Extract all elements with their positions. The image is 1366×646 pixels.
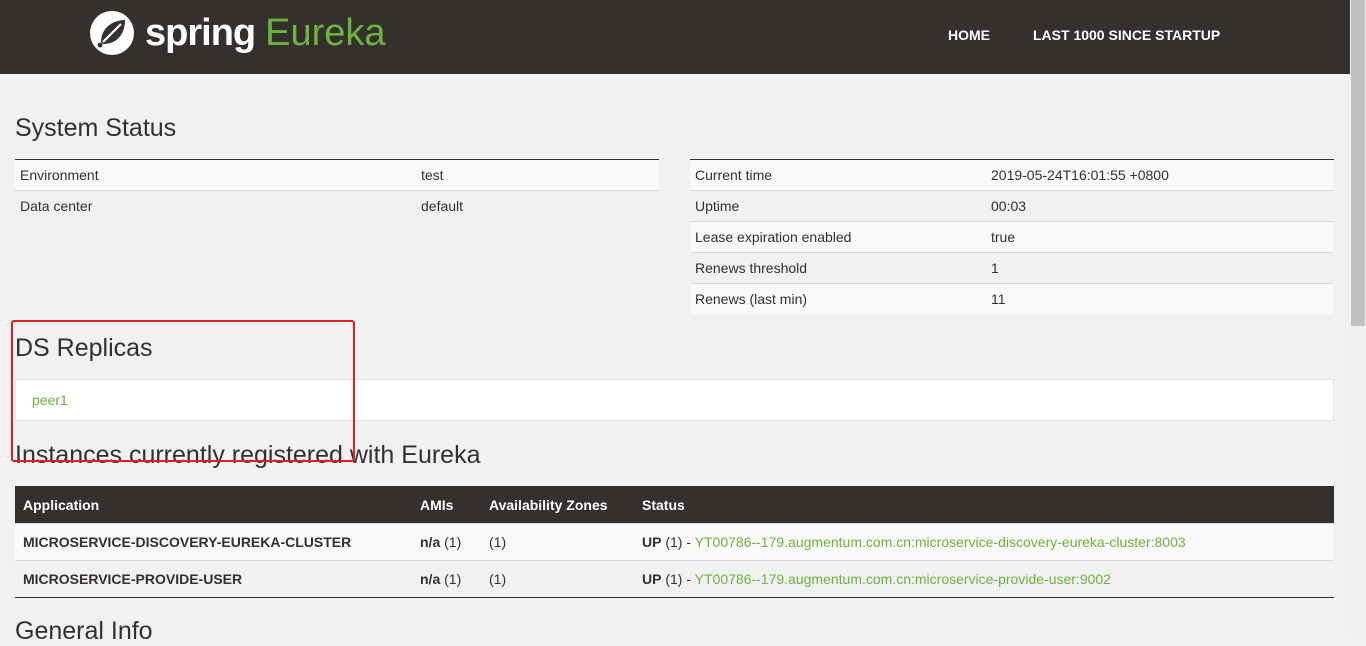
cell-zones: (1) — [481, 560, 634, 598]
system-status-left-table: Environment test Data center default — [15, 159, 659, 221]
status-count: (1) - — [665, 534, 692, 550]
cell-amis: n/a (1) — [412, 523, 481, 561]
header-status: Status — [634, 486, 1334, 524]
system-status-heading: System Status — [15, 114, 177, 142]
nav-last1000-link[interactable]: LAST 1000 SINCE STARTUP — [1033, 27, 1220, 43]
status-count: (1) - — [665, 571, 692, 587]
status-value: 11 — [986, 283, 1334, 314]
status-label: Current time — [690, 159, 986, 191]
app-name: MICROSERVICE-DISCOVERY-EUREKA-CLUSTER — [23, 534, 352, 550]
cell-status: UP (1) - YT00786--179.augmentum.com.cn:m… — [634, 523, 1334, 561]
status-value: 00:03 — [986, 190, 1334, 222]
instance-link[interactable]: YT00786--179.augmentum.com.cn:microservi… — [695, 571, 1111, 587]
table-row: MICROSERVICE-PROVIDE-USER n/a (1) (1) UP… — [15, 560, 1334, 598]
cell-amis: n/a (1) — [412, 560, 481, 598]
status-value: true — [986, 221, 1334, 253]
brand-spring-text: spring — [145, 11, 256, 54]
header-availability-zones: Availability Zones — [481, 486, 634, 524]
nav-home-link[interactable]: HOME — [948, 27, 990, 43]
brand-eureka-text: Eureka — [265, 11, 386, 54]
amis-value: n/a — [420, 534, 441, 550]
status-row: Lease expiration enabled true — [690, 221, 1334, 253]
cell-status: UP (1) - YT00786--179.augmentum.com.cn:m… — [634, 560, 1334, 598]
spring-eureka-logo[interactable]: spring Eureka — [89, 9, 386, 57]
status-row: Environment test — [15, 159, 659, 191]
instances-header-row: Application AMIs Availability Zones Stat… — [15, 486, 1334, 524]
status-value: test — [416, 159, 659, 191]
status-row: Renews threshold 1 — [690, 252, 1334, 284]
status-label: Uptime — [690, 190, 986, 222]
status-label: Environment — [15, 159, 416, 191]
status-up: UP — [642, 534, 662, 550]
status-row: Uptime 00:03 — [690, 190, 1334, 222]
status-label: Renews (last min) — [690, 283, 986, 314]
header-amis: AMIs — [412, 486, 481, 524]
table-row: MICROSERVICE-DISCOVERY-EUREKA-CLUSTER n/… — [15, 523, 1334, 561]
system-status-right-table: Current time 2019-05-24T16:01:55 +0800 U… — [690, 159, 1334, 314]
instance-link[interactable]: YT00786--179.augmentum.com.cn:microservi… — [695, 534, 1186, 550]
general-info-heading: General Info — [15, 617, 153, 645]
status-value: default — [416, 190, 659, 221]
top-navbar: spring Eureka HOME LAST 1000 SINCE START… — [0, 0, 1350, 74]
red-highlight-box — [11, 320, 355, 462]
status-row: Data center default — [15, 190, 659, 221]
amis-count: (1) — [444, 571, 462, 587]
cell-zones: (1) — [481, 523, 634, 561]
amis-value: n/a — [420, 571, 441, 587]
status-label: Data center — [15, 190, 416, 221]
header-application: Application — [15, 486, 412, 524]
cell-application: MICROSERVICE-PROVIDE-USER — [15, 560, 412, 598]
status-row: Renews (last min) 11 — [690, 283, 1334, 314]
status-label: Renews threshold — [690, 252, 986, 284]
amis-count: (1) — [444, 534, 462, 550]
status-value: 1 — [986, 252, 1334, 284]
status-value: 2019-05-24T16:01:55 +0800 — [986, 159, 1334, 191]
instances-table: Application AMIs Availability Zones Stat… — [15, 486, 1334, 598]
status-label: Lease expiration enabled — [690, 221, 986, 253]
status-up: UP — [642, 571, 662, 587]
app-name: MICROSERVICE-PROVIDE-USER — [23, 571, 243, 587]
spring-leaf-icon — [90, 11, 134, 55]
vertical-scrollbar-thumb[interactable] — [1351, 0, 1365, 326]
status-row: Current time 2019-05-24T16:01:55 +0800 — [690, 159, 1334, 191]
cell-application: MICROSERVICE-DISCOVERY-EUREKA-CLUSTER — [15, 523, 412, 561]
